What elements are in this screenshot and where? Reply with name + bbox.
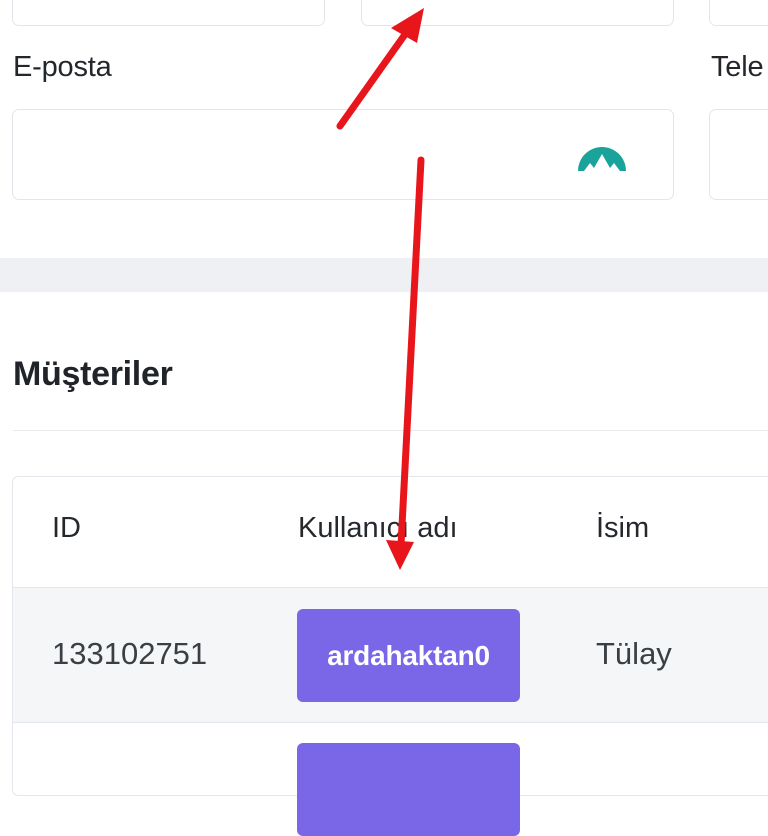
top-input-1[interactable] xyxy=(12,0,325,26)
cell-id: 133102751 xyxy=(52,636,208,671)
username-badge[interactable]: ardahaktan0 xyxy=(297,609,520,702)
row-divider xyxy=(13,722,768,723)
column-header-name[interactable]: İsim xyxy=(596,512,649,545)
email-field[interactable] xyxy=(12,109,674,200)
email-label: E-posta xyxy=(13,51,112,83)
column-header-id[interactable]: ID xyxy=(52,512,81,545)
title-separator xyxy=(13,430,768,431)
page-title: Müşteriler xyxy=(13,355,173,393)
phone-field[interactable] xyxy=(709,109,768,200)
top-input-3[interactable] xyxy=(709,0,768,26)
column-header-username[interactable]: Kullanıcı adı xyxy=(298,512,458,545)
mountain-logo-icon[interactable] xyxy=(577,136,627,172)
username-badge[interactable] xyxy=(297,743,520,836)
cell-name: Tülay xyxy=(596,636,672,671)
section-divider xyxy=(0,258,768,292)
phone-label: Tele xyxy=(711,51,764,83)
top-input-2[interactable] xyxy=(361,0,674,26)
